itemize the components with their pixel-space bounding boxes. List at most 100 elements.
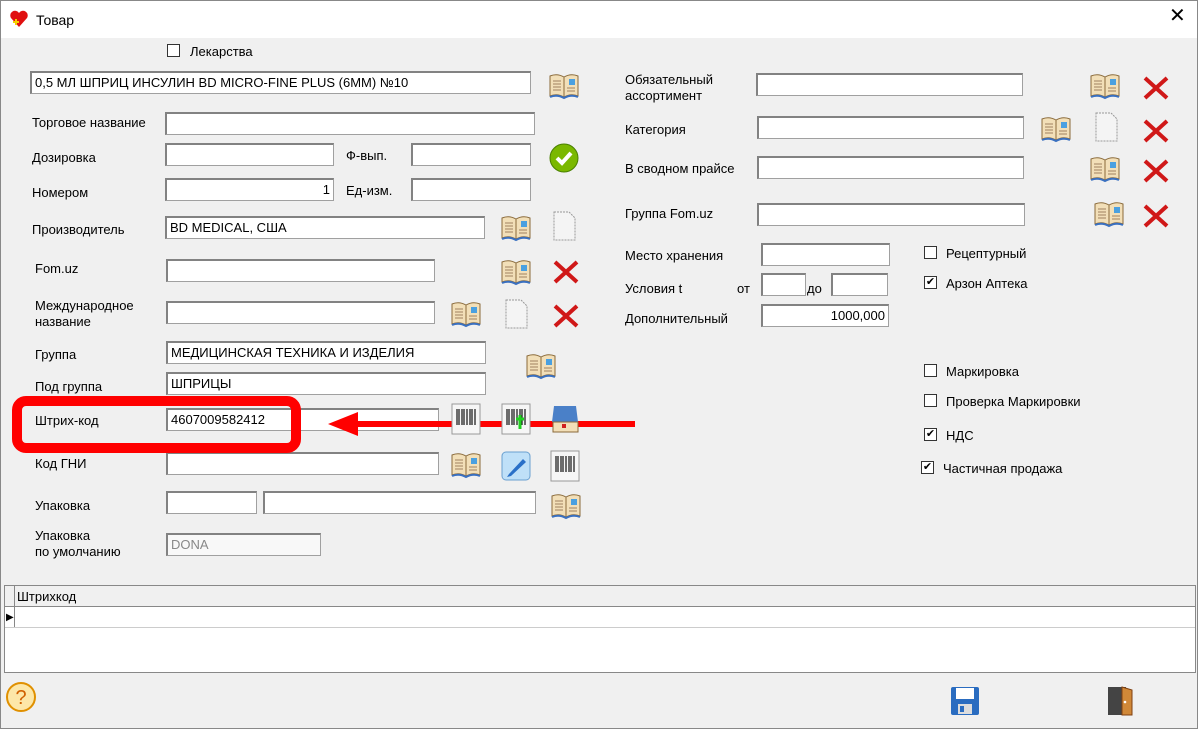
form-input[interactable]: [411, 143, 531, 166]
x-icon: [1143, 159, 1169, 183]
unit-input[interactable]: [411, 178, 531, 201]
doc-icon: [1095, 112, 1118, 142]
dosage-label: Дозировка: [32, 150, 96, 165]
fomuz-input[interactable]: [166, 259, 435, 282]
gni-barcode-button[interactable]: [550, 450, 582, 482]
bar-icon: [550, 450, 580, 482]
fomuz-group-input[interactable]: [757, 203, 1025, 226]
fomuz-lookup-button[interactable]: [500, 258, 532, 286]
checkbox-label: НДС: [946, 428, 974, 443]
gni-lookup-button[interactable]: [450, 451, 482, 479]
temp-from-input[interactable]: [761, 273, 806, 296]
x-icon: [1143, 204, 1169, 228]
pencil-icon: [501, 451, 531, 481]
checkbox-1[interactable]: ✔: [924, 276, 937, 289]
intl-name-input[interactable]: [166, 301, 435, 324]
mandatory-label-2: ассортимент: [625, 88, 703, 103]
dosage-input[interactable]: [165, 143, 334, 166]
summary-price-label: В сводном прайсе: [625, 161, 735, 176]
checkbox-3[interactable]: [924, 394, 937, 407]
fomuz-group-lookup-button[interactable]: [1093, 200, 1125, 228]
help-button[interactable]: ?: [5, 681, 37, 712]
checkbox-4[interactable]: ✔: [924, 428, 937, 441]
bar2-icon: [501, 403, 531, 435]
storage-label: Место хранения: [625, 248, 724, 263]
temp-to-input[interactable]: [831, 273, 888, 296]
mandatory-lookup-button[interactable]: [1089, 72, 1121, 100]
package-lookup-button[interactable]: [550, 492, 582, 520]
title-bar: [0, 0, 1198, 38]
gni-input[interactable]: [166, 452, 439, 475]
mandatory-input[interactable]: [756, 73, 1023, 96]
fomuz-label: Fom.uz: [35, 261, 79, 276]
x-icon: [553, 304, 579, 328]
default-package-label-2: по умолчанию: [35, 544, 121, 559]
row-indicator-icon: ▶: [6, 612, 14, 623]
book-icon: [1090, 74, 1120, 100]
product-name-input[interactable]: 0,5 МЛ ШПРИЦ ИНСУЛИН BD MICRO-FINE PLUS …: [30, 71, 531, 94]
summary-price-input[interactable]: [757, 156, 1024, 179]
save-button[interactable]: [950, 686, 982, 715]
barcode-list-button[interactable]: [549, 402, 581, 433]
group-lookup-button[interactable]: [525, 352, 557, 380]
category-new-button[interactable]: [1090, 111, 1122, 142]
door-icon: [1108, 686, 1133, 716]
temp-label: Условия t: [625, 281, 683, 296]
svg-text:?: ?: [15, 687, 26, 709]
stack-icon: [552, 406, 579, 433]
from-label: от: [737, 281, 750, 296]
manufacturer-input[interactable]: BD MEDICAL, США: [165, 216, 485, 239]
extra-label: Дополнительный: [625, 311, 728, 326]
checkbox-label: Частичная продажа: [943, 461, 1063, 476]
grid-column-barcode[interactable]: Штрихкод: [17, 589, 76, 605]
category-input[interactable]: [757, 116, 1024, 139]
window-title: Товар: [36, 12, 75, 28]
book-icon: [501, 216, 531, 242]
number-input[interactable]: 1: [165, 178, 334, 201]
fomuz-group-clear-button[interactable]: [1140, 202, 1172, 230]
manufacturer-label: Производитель: [32, 222, 125, 237]
unit-label: Ед-изм.: [346, 183, 393, 198]
intl-name-new-button[interactable]: [500, 298, 532, 329]
exit-button[interactable]: [1104, 685, 1136, 716]
app-heart-icon: [10, 10, 28, 28]
mandatory-clear-button[interactable]: [1140, 74, 1172, 102]
gni-edit-button[interactable]: [501, 451, 533, 481]
book-icon: [1094, 202, 1124, 228]
package-qty-input[interactable]: [166, 491, 257, 514]
intl-name-lookup-button[interactable]: [450, 300, 482, 328]
storage-input[interactable]: [761, 243, 890, 266]
summary-price-clear-button[interactable]: [1140, 157, 1172, 185]
summary-price-lookup-button[interactable]: [1089, 155, 1121, 183]
fomuz-group-label: Группа Fom.uz: [625, 206, 714, 221]
barcode-generate-button[interactable]: [451, 403, 483, 435]
barcode-add-button[interactable]: [501, 403, 533, 435]
medicines-checkbox[interactable]: [167, 44, 180, 57]
name-lookup-button[interactable]: [548, 72, 580, 100]
subgroup-input[interactable]: ШПРИЦЫ: [166, 372, 486, 395]
close-button[interactable]: ✕: [1169, 6, 1186, 26]
package-name-input[interactable]: [263, 491, 536, 514]
category-clear-button[interactable]: [1140, 117, 1172, 145]
extra-input[interactable]: 1000,000: [761, 304, 889, 327]
checkbox-0[interactable]: [924, 246, 937, 259]
fomuz-clear-button[interactable]: [550, 258, 582, 286]
group-label: Группа: [35, 347, 77, 362]
to-label: до: [807, 281, 822, 296]
group-input[interactable]: МЕДИЦИНСКАЯ ТЕХНИКА И ИЗДЕЛИЯ: [166, 341, 486, 364]
checkbox-5[interactable]: ✔: [921, 461, 934, 474]
form-label: Ф-вып.: [346, 148, 388, 163]
book-icon: [549, 74, 579, 100]
confirm-button[interactable]: [548, 142, 580, 173]
barcode-grid[interactable]: Штрихкод ▶: [4, 585, 1196, 673]
intl-name-clear-button[interactable]: [550, 302, 582, 330]
book-icon: [526, 354, 556, 380]
highlight-arrow: [328, 412, 635, 436]
category-lookup-button[interactable]: [1040, 115, 1072, 143]
book-icon: [551, 494, 581, 520]
manufacturer-lookup-button[interactable]: [500, 214, 532, 242]
checkbox-2[interactable]: [924, 364, 937, 377]
trade-name-input[interactable]: [165, 112, 535, 135]
manufacturer-new-button[interactable]: [548, 210, 580, 241]
book-icon: [1041, 117, 1071, 143]
